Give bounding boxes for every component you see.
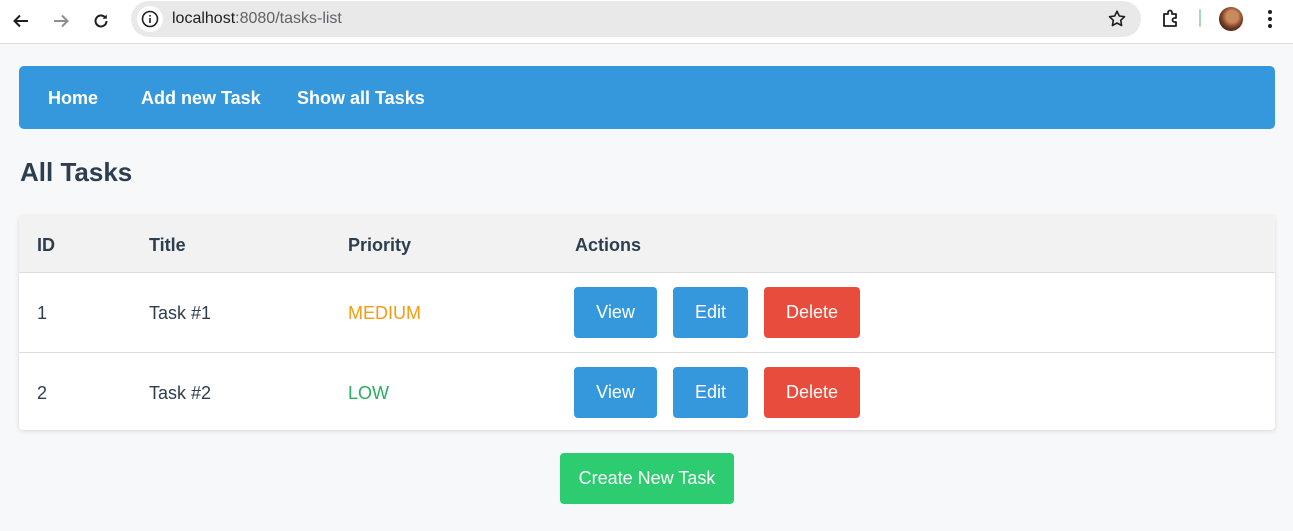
kebab-menu-icon[interactable]	[1262, 7, 1278, 31]
table-row: 1 Task #1 MEDIUM View Edit Delete	[19, 273, 1275, 352]
back-arrow-icon[interactable]	[6, 6, 36, 36]
tasks-table: ID Title Priority Actions 1 Task #1 MEDI…	[19, 216, 1275, 430]
url-path: :8080/tasks-list	[235, 10, 342, 27]
view-task-button[interactable]: View	[574, 287, 657, 338]
column-header-title: Title	[149, 235, 186, 255]
forward-arrow-icon[interactable]	[46, 6, 76, 36]
task-priority-cell: LOW	[348, 383, 390, 403]
task-title-cell: Task #1	[149, 303, 212, 323]
browser-toolbar: localhost:8080/tasks-list	[0, 0, 1293, 44]
view-task-button[interactable]: View	[574, 367, 657, 418]
url-text: localhost:8080/tasks-list	[172, 10, 342, 28]
column-header-id: ID	[37, 235, 55, 255]
task-priority-cell: MEDIUM	[348, 303, 421, 323]
create-new-task-button[interactable]: Create New Task	[560, 453, 734, 504]
task-id-cell: 1	[37, 303, 48, 323]
profile-avatar[interactable]	[1219, 7, 1243, 31]
nav-home-link[interactable]: Home	[48, 88, 98, 109]
task-id-cell: 2	[37, 383, 48, 403]
column-header-actions: Actions	[575, 235, 642, 255]
bookmark-star-icon[interactable]	[1107, 9, 1127, 34]
column-header-priority: Priority	[348, 235, 412, 255]
table-header-row: ID Title Priority Actions	[19, 216, 1275, 273]
table-row: 2 Task #2 LOW View Edit Delete	[19, 352, 1275, 430]
extensions-icon[interactable]	[1159, 7, 1183, 36]
delete-task-button[interactable]: Delete	[764, 287, 860, 338]
edit-task-button[interactable]: Edit	[673, 287, 748, 338]
site-info-icon[interactable]	[137, 6, 163, 32]
reload-icon[interactable]	[86, 6, 116, 36]
toolbar-divider	[1199, 9, 1201, 27]
nav-add-task-link[interactable]: Add new Task	[141, 88, 261, 109]
url-host: localhost	[172, 10, 236, 27]
task-title-cell: Task #2	[149, 383, 212, 403]
address-bar[interactable]: localhost:8080/tasks-list	[131, 1, 1141, 37]
app-navbar: Home Add new Task Show all Tasks	[19, 66, 1275, 129]
page-title: All Tasks	[20, 157, 133, 187]
delete-task-button[interactable]: Delete	[764, 367, 860, 418]
edit-task-button[interactable]: Edit	[673, 367, 748, 418]
nav-show-tasks-link[interactable]: Show all Tasks	[297, 88, 425, 109]
